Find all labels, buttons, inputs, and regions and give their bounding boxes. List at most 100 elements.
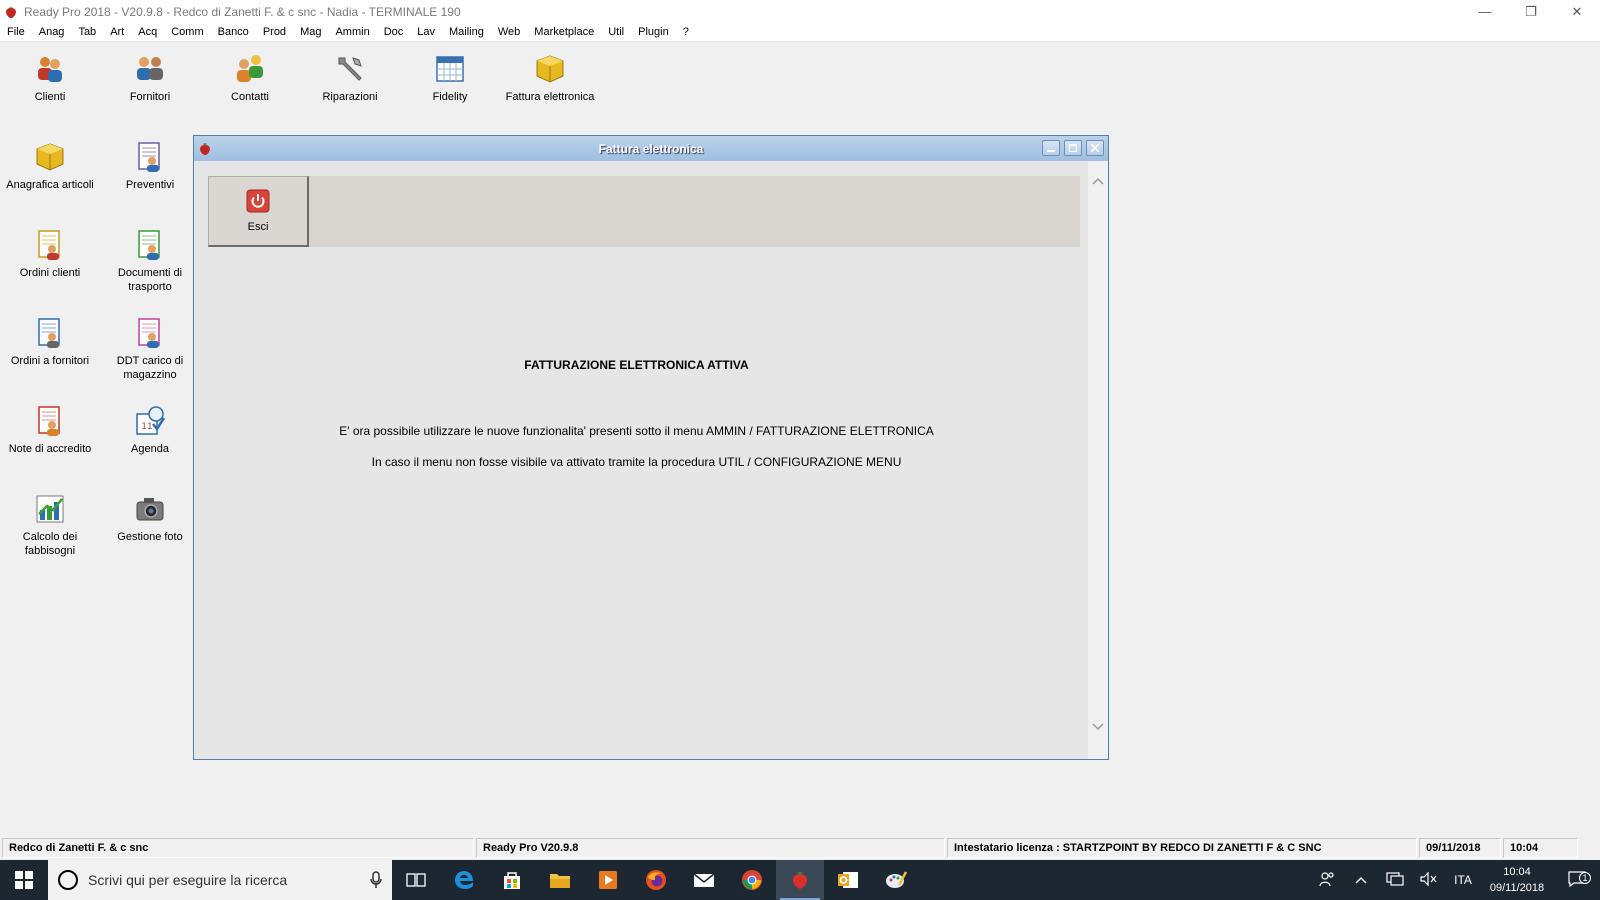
scroll-down-icon[interactable] [1088, 721, 1108, 739]
taskbar-chrome[interactable] [728, 860, 776, 900]
taskbar-search-box[interactable]: Scrivi qui per eseguire la ricerca [48, 860, 392, 900]
vertical-scrollbar[interactable] [1088, 161, 1108, 759]
action-center-button[interactable]: 1 [1554, 870, 1600, 890]
restore-button[interactable]: ❐ [1508, 0, 1554, 23]
exit-button[interactable]: Esci [208, 176, 309, 247]
status-date: 09/11/2018 [1419, 838, 1501, 858]
document-people-icon [138, 230, 160, 260]
shortcut-contatti[interactable]: Contatti [200, 52, 300, 104]
firefox-icon [646, 870, 666, 890]
shortcut-note-accredito[interactable]: Note di accredito [0, 404, 100, 456]
shortcut-fattura-elettronica[interactable]: Fattura elettronica [500, 52, 600, 104]
notification-count-badge: 1 [1579, 871, 1591, 884]
menu-anag[interactable]: Anag [32, 23, 72, 42]
people-tray-icon[interactable] [1310, 871, 1344, 890]
dialog-message-line-1: E' ora possibile utilizzare le nuove fun… [339, 424, 934, 438]
taskbar-ready-pro[interactable] [776, 860, 824, 900]
taskbar-paint[interactable] [872, 860, 920, 900]
minimize-button[interactable]: — [1462, 0, 1508, 23]
shortcut-clienti[interactable]: Clienti [0, 52, 100, 104]
menu-acq[interactable]: Acq [131, 23, 164, 42]
dialog-heading: FATTURAZIONE ELETTRONICA ATTIVA [524, 358, 749, 372]
shortcut-label: Ordini clienti [19, 267, 81, 279]
menu-comm[interactable]: Comm [164, 23, 210, 42]
shortcut-ordini-clienti[interactable]: Ordini clienti [0, 228, 100, 280]
shortcut-label: Fidelity [432, 91, 468, 103]
dialog-maximize-button[interactable] [1064, 140, 1082, 156]
network-icon[interactable] [1378, 871, 1412, 889]
menu-prod[interactable]: Prod [256, 23, 293, 42]
calendar-icon [436, 56, 464, 82]
shortcut-calcolo-fabbisogni[interactable]: Calcolo dei fabbisogni [0, 492, 100, 558]
menu-marketplace[interactable]: Marketplace [527, 23, 601, 42]
shortcut-ordini-fornitori[interactable]: Ordini a fornitori [0, 316, 100, 368]
people-icon [38, 57, 62, 82]
taskbar-store[interactable] [488, 860, 536, 900]
microphone-icon[interactable] [370, 871, 382, 889]
menu-file[interactable]: File [0, 23, 32, 42]
shortcut-ddt-carico-magazzino[interactable]: DDT carico di magazzino [100, 316, 200, 382]
taskbar-file-explorer[interactable] [536, 860, 584, 900]
fattura-elettronica-window: Fattura elettronica Esci FATTURAZIONE EL… [193, 135, 1109, 760]
shortcut-gestione-foto[interactable]: Gestione foto [100, 492, 200, 544]
task-view-button[interactable] [392, 860, 440, 900]
minimize-icon [1047, 150, 1055, 152]
close-icon [1091, 144, 1099, 152]
volume-muted-icon[interactable] [1412, 871, 1446, 889]
paint-icon [886, 871, 907, 888]
shortcut-fidelity[interactable]: Fidelity [400, 52, 500, 104]
menu-ammin[interactable]: Ammin [328, 23, 376, 42]
taskbar-mail[interactable] [680, 860, 728, 900]
menu-help[interactable]: ? [676, 23, 696, 42]
close-button[interactable]: ✕ [1554, 0, 1600, 23]
taskbar-outlook[interactable] [824, 860, 872, 900]
taskbar-edge[interactable] [440, 860, 488, 900]
dialog-titlebar: Fattura elettronica [194, 136, 1108, 161]
shortcut-documenti-trasporto[interactable]: Documenti di trasporto [100, 228, 200, 294]
taskbar-media[interactable] [584, 860, 632, 900]
shortcut-label: Fattura elettronica [505, 91, 595, 103]
input-language[interactable]: ITA [1446, 873, 1480, 887]
shortcut-label: Clienti [34, 91, 66, 103]
strawberry-icon [792, 871, 808, 889]
start-button[interactable] [0, 860, 48, 900]
system-tray: ITA 10:04 09/11/2018 1 [1310, 860, 1600, 900]
chrome-icon [742, 870, 762, 890]
menu-web[interactable]: Web [491, 23, 527, 42]
menu-plugin[interactable]: Plugin [631, 23, 676, 42]
menu-tab[interactable]: Tab [71, 23, 103, 42]
shortcut-riparazioni[interactable]: Riparazioni [300, 52, 400, 104]
menu-util[interactable]: Util [601, 23, 631, 42]
menu-lav[interactable]: Lav [410, 23, 442, 42]
document-people-icon [138, 318, 160, 348]
shortcut-fornitori[interactable]: Fornitori [100, 52, 200, 104]
taskbar-clock[interactable]: 10:04 09/11/2018 [1480, 864, 1554, 896]
menu-mag[interactable]: Mag [293, 23, 328, 42]
dialog-title: Fattura elettronica [598, 141, 704, 156]
document-people-icon [138, 142, 160, 172]
dialog-toolbar: Esci [208, 176, 1080, 247]
task-view-icon [406, 873, 426, 887]
shortcut-preventivi[interactable]: Preventivi [100, 140, 200, 192]
shortcut-anagrafica-articoli[interactable]: Anagrafica articoli [0, 140, 100, 192]
window-title: Ready Pro 2018 - V20.9.8 - Redco di Zane… [24, 4, 461, 19]
menu-banco[interactable]: Banco [211, 23, 256, 42]
store-icon [504, 872, 520, 889]
menu-bar: File Anag Tab Art Acq Comm Banco Prod Ma… [0, 23, 1600, 42]
dialog-minimize-button[interactable] [1042, 140, 1060, 156]
edge-icon [455, 871, 473, 889]
shortcut-label: Ordini a fornitori [10, 355, 90, 367]
menu-art[interactable]: Art [103, 23, 131, 42]
scroll-up-icon[interactable] [1088, 175, 1108, 193]
document-people-icon [38, 230, 60, 260]
taskbar-firefox[interactable] [632, 860, 680, 900]
menu-mailing[interactable]: Mailing [442, 23, 491, 42]
strawberry-icon [6, 5, 16, 18]
taskbar: Scrivi qui per eseguire la ricerca ITA 1… [0, 860, 1600, 900]
shortcut-agenda[interactable]: 11 Agenda [100, 404, 200, 456]
show-hidden-icons-icon[interactable] [1344, 873, 1378, 887]
menu-doc[interactable]: Doc [377, 23, 411, 42]
power-icon [246, 189, 270, 213]
dialog-close-button[interactable] [1086, 140, 1104, 156]
outlook-icon [838, 872, 858, 888]
